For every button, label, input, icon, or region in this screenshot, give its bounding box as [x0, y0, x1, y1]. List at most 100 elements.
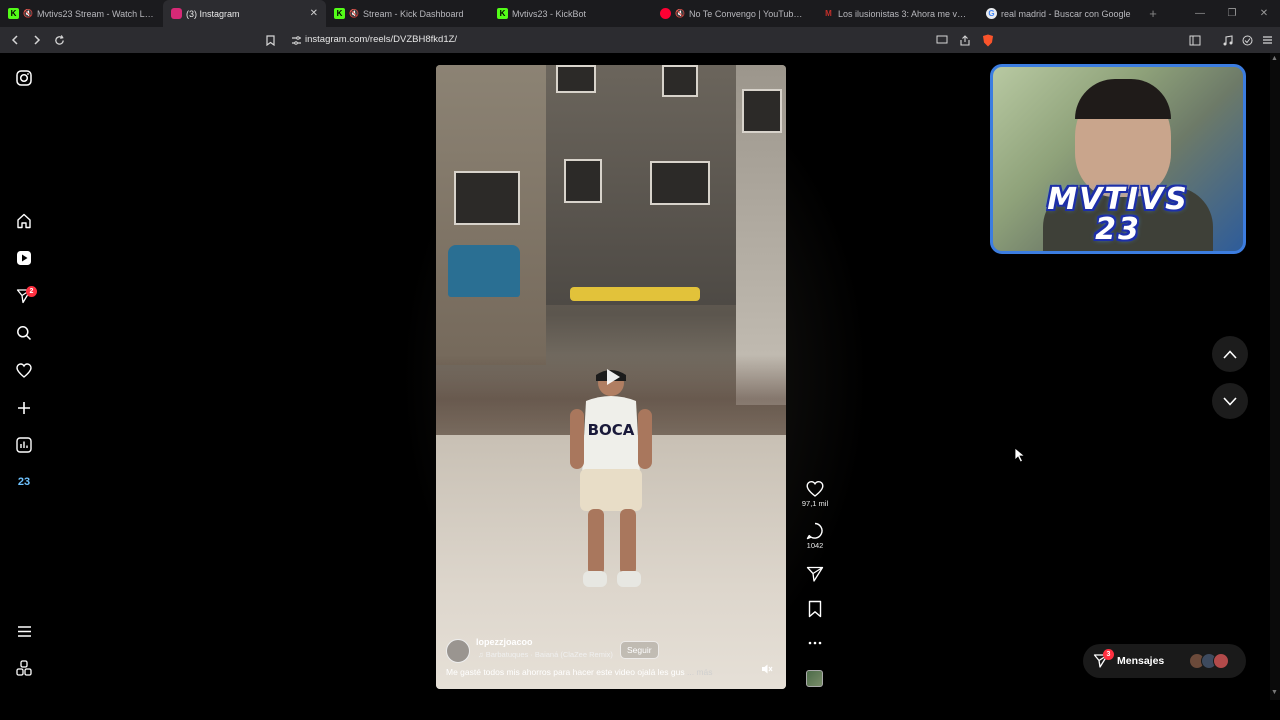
minimize-icon[interactable]: — — [1184, 0, 1216, 27]
window-controls: — ❐ ✕ — [1184, 0, 1280, 27]
music-note-icon: ♫ — [478, 650, 484, 659]
reels-icon[interactable] — [14, 248, 34, 268]
profile-icon[interactable]: 23 — [14, 472, 34, 492]
tab-instagram[interactable]: (3) Instagram ✕ — [163, 0, 326, 27]
heart-icon[interactable] — [14, 360, 34, 380]
like-heart-icon[interactable] — [806, 480, 824, 498]
close-tab-icon[interactable]: ✕ — [310, 8, 318, 19]
tab-kickbot[interactable]: K Mvtivs23 - KickBot — [489, 0, 652, 27]
site-info-icon[interactable] — [286, 30, 306, 50]
comments-count: 1042 — [806, 541, 824, 550]
share-send-icon[interactable] — [806, 565, 824, 583]
author-avatar[interactable] — [446, 639, 470, 663]
previous-reel-button[interactable] — [1212, 336, 1248, 372]
menu-icon[interactable] — [1257, 30, 1277, 50]
create-plus-icon[interactable] — [14, 398, 34, 418]
wallet-icon[interactable] — [1237, 30, 1257, 50]
reel-caption[interactable]: Me gasté todos mis ahorros para hacer es… — [446, 667, 713, 677]
muted-speaker-icon[interactable]: 🔇 — [23, 9, 33, 18]
comment-icon[interactable] — [806, 522, 824, 540]
window — [556, 65, 596, 93]
restore-icon[interactable]: ❐ — [1216, 0, 1248, 27]
seated-man: BOCA — [570, 370, 652, 587]
streamer-hair — [1075, 79, 1171, 119]
water-tank — [448, 245, 520, 297]
home-icon[interactable] — [14, 211, 34, 231]
next-reel-button[interactable] — [1212, 383, 1248, 419]
likes-count: 97,1 mil — [801, 499, 829, 508]
muted-speaker-icon[interactable]: 🔇 — [349, 9, 359, 18]
tab-title: Mvtivs23 Stream - Watch Live on Kick — [36, 8, 155, 19]
tab-title: No Te Convengo | YouTube Music — [688, 8, 807, 19]
also-from-meta-icon[interactable] — [14, 658, 34, 678]
messages-button[interactable]: 3 Mensajes — [1083, 644, 1246, 678]
site-favicon-icon: M — [825, 9, 832, 18]
scroll-up-arrow-icon[interactable]: ▲ — [1271, 55, 1278, 62]
avatar — [1213, 653, 1229, 669]
back-icon[interactable] — [5, 30, 25, 50]
play-icon[interactable] — [602, 367, 622, 387]
tab-title: Stream - Kick Dashboard — [362, 8, 464, 19]
share-action[interactable] — [800, 565, 830, 583]
tab-kick-stream[interactable]: K 🔇 Mvtivs23 Stream - Watch Live on Kick — [0, 0, 163, 27]
tab-title: real madrid - Buscar con Google — [1001, 8, 1131, 19]
audio-title: Barbatuques · Baianá (ClaZee Remix) — [485, 650, 613, 659]
muted-sound-icon[interactable] — [761, 663, 773, 675]
tab-title: (3) Instagram — [186, 8, 240, 19]
tab-bar: K 🔇 Mvtivs23 Stream - Watch Live on Kick… — [0, 0, 1280, 27]
media-icon[interactable] — [1217, 30, 1237, 50]
kick-favicon-icon: K — [334, 8, 345, 19]
more-menu-icon[interactable] — [14, 621, 34, 641]
notification-badge: 2 — [26, 286, 37, 297]
chevron-up-icon — [1223, 349, 1237, 359]
awning — [570, 287, 700, 301]
address-bar[interactable]: instagram.com/reels/DVZBH8fkd1Z/ — [305, 27, 457, 53]
google-favicon-icon: G — [986, 8, 997, 19]
tab-title: Mvtivs23 - KickBot — [512, 8, 587, 19]
browser-toolbar: instagram.com/reels/DVZBH8fkd1Z/ — [0, 27, 1280, 53]
bottom-bar — [0, 700, 1280, 720]
original-audio-thumbnail[interactable] — [806, 670, 823, 687]
cast-icon[interactable] — [932, 30, 952, 50]
comment-action[interactable]: 1042 — [800, 522, 830, 550]
reel-video[interactable]: BOCA lopezzjoacoo ♫ Barbatuques · Baianá… — [436, 65, 786, 689]
bookmark-icon[interactable] — [806, 600, 824, 618]
save-action[interactable] — [800, 600, 830, 618]
more-dots-icon[interactable] — [806, 634, 824, 652]
forward-icon[interactable] — [27, 30, 47, 50]
share-icon[interactable] — [955, 30, 975, 50]
bookmark-page-icon[interactable] — [260, 30, 280, 50]
window — [454, 171, 520, 225]
kick-favicon-icon: K — [8, 8, 19, 19]
caption-more-link[interactable]: ... más — [687, 667, 713, 677]
chevron-down-icon — [1223, 396, 1237, 406]
caption-text: Me gasté todos mis ahorros para hacer es… — [446, 667, 685, 677]
dashboard-icon[interactable] — [14, 435, 34, 455]
like-action[interactable]: 97,1 mil — [800, 480, 830, 508]
channel-logo-number: 23 — [1095, 212, 1141, 247]
search-icon[interactable] — [14, 323, 34, 343]
tab-google-search[interactable]: G real madrid - Buscar con Google — [978, 0, 1141, 27]
tab-youtube-music[interactable]: 🔇 No Te Convengo | YouTube Music — [652, 0, 815, 27]
window — [650, 161, 710, 205]
page-scrollbar[interactable]: ▲ ▼ — [1270, 53, 1280, 700]
scroll-down-arrow-icon[interactable]: ▼ — [1271, 689, 1278, 696]
messages-badge: 3 — [1103, 649, 1114, 660]
instagram-favicon-icon — [171, 8, 182, 19]
sidebar-toggle-icon[interactable] — [1185, 30, 1205, 50]
tab-kick-dashboard[interactable]: K 🔇 Stream - Kick Dashboard — [326, 0, 489, 27]
reel-audio-track[interactable]: ♫ Barbatuques · Baianá (ClaZee Remix) — [478, 650, 613, 659]
follow-button[interactable]: Seguir — [620, 641, 659, 659]
messages-label: Mensajes — [1117, 655, 1165, 667]
tab-movie[interactable]: M Los ilusionistas 3: Ahora me ves, ahor… — [815, 0, 978, 27]
author-username[interactable]: lopezzjoacoo — [476, 637, 533, 647]
brave-shield-icon[interactable] — [978, 30, 998, 50]
reload-icon[interactable] — [49, 30, 69, 50]
tab-title: Los ilusionistas 3: Ahora me ves, ahora … — [838, 8, 970, 19]
youtube-music-favicon-icon — [660, 8, 671, 19]
muted-speaker-icon[interactable]: 🔇 — [675, 9, 685, 18]
instagram-logo-icon[interactable] — [14, 68, 34, 88]
new-tab-button[interactable]: + — [1141, 0, 1165, 27]
close-window-icon[interactable]: ✕ — [1248, 0, 1280, 27]
more-options-action[interactable] — [800, 634, 830, 652]
